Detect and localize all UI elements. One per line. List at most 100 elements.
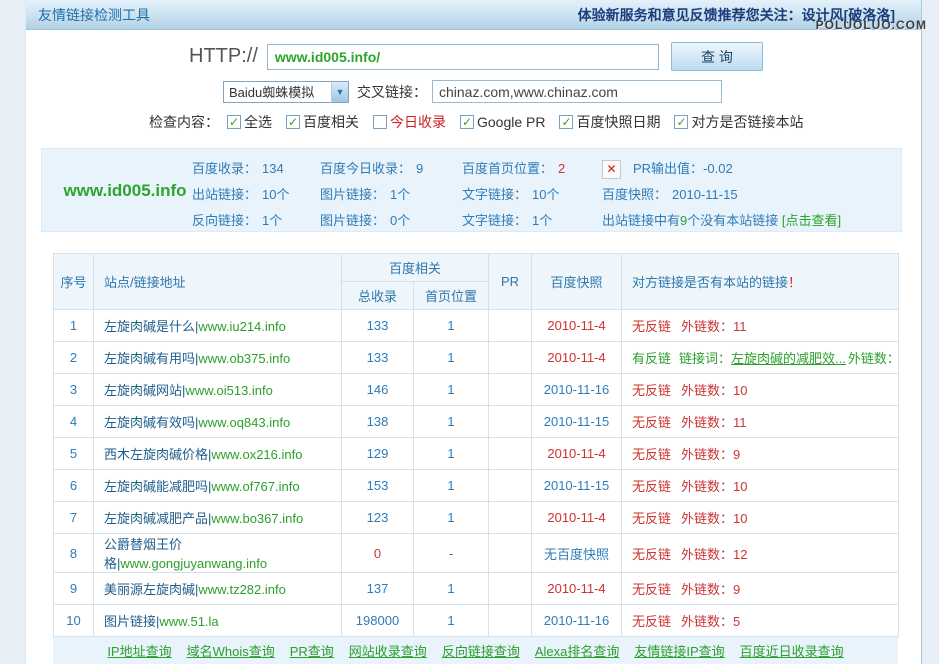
row-index: 1 — [54, 310, 94, 342]
cross-link-input[interactable] — [432, 80, 722, 103]
spider-select-value: Baidu蜘蛛模拟 — [229, 82, 314, 101]
summary-panel: www.id005.info 百度收录：134 出站链接：10个 反向链接：1个… — [41, 148, 902, 232]
pr-value — [489, 406, 532, 438]
view-details-link[interactable]: [点击查看] — [782, 213, 841, 228]
site-link[interactable]: www.gongjuyanwang.info — [120, 556, 267, 571]
site-link[interactable]: www.ob375.info — [198, 351, 290, 366]
pr-value — [489, 534, 532, 573]
stat-value: 0个 — [390, 213, 410, 228]
checkbox-item[interactable]: ✓ 百度快照日期 — [559, 112, 660, 132]
table-row: 5 西木左旋肉碱价格|www.ox216.info 129 1 2010-11-… — [54, 438, 899, 470]
checkbox[interactable]: ✓ — [559, 115, 573, 129]
checkbox[interactable]: ✓ — [286, 115, 300, 129]
col-header-total: 总收录 — [342, 282, 414, 310]
check-icon: ✓ — [288, 116, 298, 128]
outlink-count-label: 外链数： — [681, 415, 733, 430]
checkbox-label: 对方是否链接本站 — [691, 112, 803, 132]
spider-select[interactable]: Baidu蜘蛛模拟 ▼ — [223, 81, 349, 103]
checkbox-item[interactable]: ✓ 今日收录 — [373, 112, 446, 132]
checkbox-item[interactable]: ✓ 对方是否链接本站 — [674, 112, 803, 132]
checkbox-label: 百度相关 — [303, 112, 359, 132]
checkbox[interactable]: ✓ — [674, 115, 688, 129]
site-link[interactable]: www.of767.info — [211, 479, 299, 494]
stat-label: 反向链接： — [192, 213, 257, 228]
checkbox-item[interactable]: ✓ 全选 — [227, 112, 272, 132]
site-link[interactable]: www.51.la — [159, 614, 218, 629]
site-link[interactable]: www.iu214.info — [198, 319, 285, 334]
site-link[interactable]: www.ox216.info — [211, 447, 302, 462]
outlink-count-label: 外链数： — [681, 319, 733, 334]
row-index: 6 — [54, 470, 94, 502]
site-title: 左旋肉碱网站 — [104, 383, 182, 398]
checkbox[interactable]: ✓ — [227, 115, 241, 129]
outlink-count-value: 11 — [733, 319, 747, 334]
site-cell: 左旋肉碱是什么|www.iu214.info — [94, 310, 342, 342]
checkbox-label: 今日收录 — [390, 112, 446, 132]
backlink-status: 无反链 — [632, 383, 671, 398]
row-index: 7 — [54, 502, 94, 534]
cross-link-label: 交叉链接： — [357, 82, 427, 102]
col-header-pr: PR — [489, 254, 532, 310]
summary-col-3: 百度首页位置：2 文字链接：10个 文字链接：1个 — [462, 156, 565, 234]
query-button[interactable]: 查 询 — [671, 42, 763, 71]
row-index: 4 — [54, 406, 94, 438]
exclamation-mark: ！ — [788, 275, 801, 290]
site-link[interactable]: www.tz282.info — [198, 582, 285, 597]
footer-link[interactable]: 百度近日收录查询 — [740, 641, 844, 660]
pr-value — [489, 310, 532, 342]
total-included: 153 — [342, 470, 414, 502]
pr-value — [489, 502, 532, 534]
checkbox[interactable]: ✓ — [373, 115, 387, 129]
page-title: 友情链接检测工具 — [38, 5, 150, 25]
outlink-count-label: 外链数： — [681, 383, 733, 398]
snapshot-date: 无百度快照 — [532, 534, 622, 573]
footer-link[interactable]: Alexa排名查询 — [535, 641, 620, 660]
table-row: 4 左旋肉碱有效吗|www.oq843.info 138 1 2010-11-1… — [54, 406, 899, 438]
row-index: 5 — [54, 438, 94, 470]
total-included: 133 — [342, 342, 414, 374]
site-link[interactable]: www.oi513.info — [185, 383, 272, 398]
footer-link[interactable]: PR查询 — [290, 641, 334, 660]
outlink-count-value: 11 — [733, 415, 747, 430]
site-cell: 公爵替烟王价格|www.gongjuyanwang.info — [94, 534, 342, 573]
footer-link[interactable]: 网站收录查询 — [349, 641, 427, 660]
stat-label: 文字链接： — [462, 187, 527, 202]
snapshot-date: 2010-11-16 — [532, 605, 622, 637]
footer-link[interactable]: 反向链接查询 — [442, 641, 520, 660]
table-row: 8 公爵替烟王价格|www.gongjuyanwang.info 0 - 无百度… — [54, 534, 899, 573]
url-input[interactable] — [267, 44, 659, 70]
outlink-count-value: 12 — [733, 547, 747, 562]
site-cell: 西木左旋肉碱价格|www.ox216.info — [94, 438, 342, 470]
checkbox-item[interactable]: ✓ 百度相关 — [286, 112, 359, 132]
home-position: 1 — [414, 470, 489, 502]
col-header-site: 站点/链接地址 — [94, 254, 342, 310]
site-link[interactable]: www.bo367.info — [211, 511, 303, 526]
summary-col-4: ✕PR输出值：-0.02 百度快照：2010-11-15 出站链接中有9个没有本… — [602, 156, 841, 234]
backlink-cell: 无反链外链数：12 — [622, 534, 899, 573]
footer-links: IP地址查询域名Whois查询 PR查询网站收录查询反向链接查询 Alexa排名查询… — [53, 637, 898, 664]
site-cell: 左旋肉碱网站|www.oi513.info — [94, 374, 342, 406]
checkbox-item[interactable]: ✓ Google PR — [460, 114, 545, 130]
stat-value: 1个 — [532, 213, 552, 228]
pr-value — [489, 438, 532, 470]
footer-link[interactable]: IP地址查询 — [107, 641, 171, 660]
check-icon: ✓ — [229, 116, 239, 128]
col-header-baidu-group: 百度相关 — [342, 254, 489, 282]
row-index: 3 — [54, 374, 94, 406]
chevron-down-icon[interactable]: ▼ — [331, 82, 348, 102]
col-header-snapshot: 百度快照 — [532, 254, 622, 310]
outlink-note-prefix: 出站链接中有 — [602, 213, 680, 228]
site-cell: 美丽源左旋肉碱|www.tz282.info — [94, 573, 342, 605]
snapshot-date: 2010-11-4 — [532, 342, 622, 374]
footer-link[interactable]: 域名Whois查询 — [187, 641, 275, 660]
footer-link[interactable]: 友情链接IP查询 — [634, 641, 724, 660]
checkbox-label: Google PR — [477, 114, 545, 130]
site-link[interactable]: www.oq843.info — [198, 415, 290, 430]
checkbox[interactable]: ✓ — [460, 115, 474, 129]
stat-value: 9 — [416, 161, 423, 176]
summary-col-1: 百度收录：134 出站链接：10个 反向链接：1个 — [192, 156, 289, 234]
keyword-link[interactable]: 左旋肉碱的减肥效... — [731, 351, 846, 366]
checkbox-group: ✓ 全选 ✓ 百度相关 ✓ 今日收录 ✓ Google PR ✓ 百度快照日期 … — [227, 112, 817, 132]
site-cell: 左旋肉碱有用吗|www.ob375.info — [94, 342, 342, 374]
keyword-label: 链接词： — [679, 351, 731, 366]
